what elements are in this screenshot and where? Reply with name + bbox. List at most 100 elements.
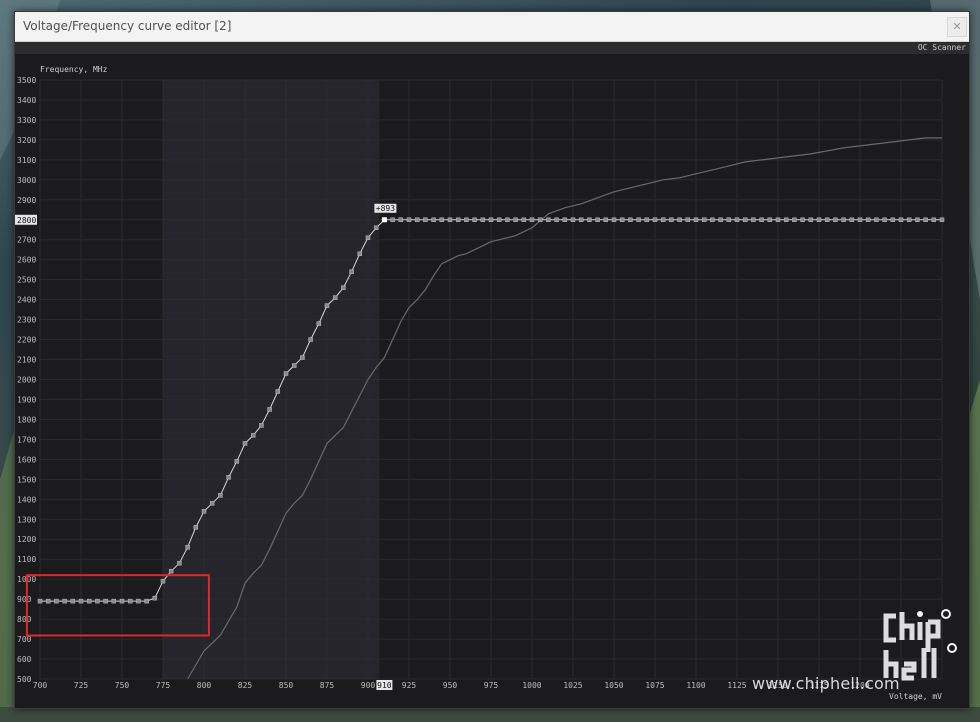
curve-point[interactable] bbox=[767, 217, 773, 223]
curve-point[interactable] bbox=[267, 407, 272, 412]
curve-point[interactable] bbox=[300, 355, 305, 360]
curve-point[interactable] bbox=[865, 217, 871, 223]
curve-point[interactable] bbox=[472, 217, 477, 223]
curve-point[interactable] bbox=[849, 217, 855, 223]
curve-point[interactable] bbox=[488, 217, 494, 223]
curve-point[interactable] bbox=[349, 269, 354, 274]
curve-point[interactable] bbox=[119, 598, 125, 604]
curve-point[interactable] bbox=[915, 217, 920, 223]
curve-point[interactable] bbox=[111, 598, 117, 604]
curve-point[interactable] bbox=[308, 337, 313, 342]
curve-point[interactable] bbox=[800, 217, 805, 223]
curve-point[interactable] bbox=[144, 598, 149, 604]
selected-curve-point[interactable] bbox=[381, 217, 387, 223]
curve-point[interactable] bbox=[168, 568, 174, 574]
curve-point[interactable] bbox=[513, 217, 518, 223]
curve-point[interactable] bbox=[923, 217, 928, 223]
vf-curve-svg[interactable]: 500 600 700 800 900 1000 1100 1200 1300 1400 1500 1… bbox=[15, 54, 969, 708]
curve-point[interactable] bbox=[218, 493, 223, 498]
curve-point[interactable] bbox=[693, 217, 699, 223]
close-button[interactable]: ✕ bbox=[947, 17, 967, 37]
curve-point[interactable] bbox=[62, 598, 67, 604]
curve-point[interactable] bbox=[414, 217, 420, 223]
curve-point[interactable] bbox=[546, 217, 551, 223]
curve-point[interactable] bbox=[398, 217, 404, 223]
curve-point[interactable] bbox=[701, 217, 707, 223]
curve-point[interactable] bbox=[193, 525, 199, 530]
curve-point[interactable] bbox=[152, 595, 158, 601]
curve-point[interactable] bbox=[406, 217, 412, 223]
curve-point[interactable] bbox=[783, 217, 789, 223]
curve-point[interactable] bbox=[611, 217, 617, 223]
vf-curve-chart[interactable]: 500 600 700 800 900 1000 1100 1200 1300 1400 1500 1… bbox=[15, 54, 969, 708]
curve-point[interactable] bbox=[177, 560, 182, 566]
curve-point[interactable] bbox=[939, 217, 945, 223]
curve-point[interactable] bbox=[652, 217, 658, 223]
curve-point[interactable] bbox=[316, 321, 322, 326]
curve-point[interactable] bbox=[619, 217, 625, 223]
curve-point[interactable] bbox=[423, 217, 428, 223]
curve-point[interactable] bbox=[628, 217, 633, 223]
curve-point[interactable] bbox=[742, 217, 748, 223]
curve-point[interactable] bbox=[185, 544, 190, 550]
curve-point[interactable] bbox=[529, 217, 535, 223]
curve-point[interactable] bbox=[636, 217, 641, 223]
curve-point[interactable] bbox=[78, 598, 84, 604]
curve-point[interactable] bbox=[357, 251, 363, 256]
curve-point[interactable] bbox=[685, 217, 691, 223]
curve-point[interactable] bbox=[931, 217, 937, 223]
curve-point[interactable] bbox=[496, 217, 502, 223]
curve-point[interactable] bbox=[734, 217, 740, 223]
curve-point[interactable] bbox=[595, 217, 600, 223]
curve-point[interactable] bbox=[669, 217, 674, 223]
curve-point[interactable] bbox=[234, 459, 240, 464]
curve-point[interactable] bbox=[677, 217, 682, 223]
curve-point[interactable] bbox=[792, 217, 797, 223]
curve-point[interactable] bbox=[710, 217, 715, 223]
curve-point[interactable] bbox=[455, 217, 461, 223]
curve-point[interactable] bbox=[127, 598, 133, 604]
curve-point[interactable] bbox=[431, 217, 436, 223]
title-bar[interactable]: Voltage/Frequency curve editor [2] ✕ bbox=[15, 12, 969, 42]
curve-point[interactable] bbox=[332, 295, 338, 300]
curve-point[interactable] bbox=[201, 509, 207, 514]
curve-point[interactable] bbox=[37, 598, 43, 604]
curve-point[interactable] bbox=[857, 217, 863, 223]
curve-point[interactable] bbox=[751, 217, 756, 223]
curve-point[interactable] bbox=[341, 285, 346, 290]
curve-point[interactable] bbox=[226, 475, 231, 480]
curve-point[interactable] bbox=[841, 217, 846, 223]
curve-point[interactable] bbox=[86, 598, 92, 604]
curve-point[interactable] bbox=[390, 217, 395, 223]
curve-point[interactable] bbox=[373, 225, 379, 231]
curve-point[interactable] bbox=[480, 217, 486, 223]
curve-point[interactable] bbox=[275, 389, 281, 394]
curve-point[interactable] bbox=[587, 217, 592, 223]
curve-point[interactable] bbox=[439, 217, 445, 223]
curve-point[interactable] bbox=[816, 217, 822, 223]
curve-point[interactable] bbox=[447, 217, 453, 223]
curve-point[interactable] bbox=[898, 217, 904, 223]
curve-point[interactable] bbox=[324, 303, 330, 308]
curve-point[interactable] bbox=[808, 217, 814, 223]
curve-point[interactable] bbox=[718, 217, 723, 223]
curve-point[interactable] bbox=[259, 423, 264, 428]
curve-point[interactable] bbox=[250, 433, 256, 438]
curve-point[interactable] bbox=[554, 217, 559, 223]
curve-point[interactable] bbox=[160, 578, 166, 584]
curve-point[interactable] bbox=[283, 371, 289, 376]
curve-point[interactable] bbox=[464, 217, 469, 223]
curve-point[interactable] bbox=[603, 217, 609, 223]
curve-point[interactable] bbox=[775, 217, 781, 223]
curve-point[interactable] bbox=[103, 598, 108, 604]
curve-point[interactable] bbox=[291, 363, 297, 368]
curve-point[interactable] bbox=[570, 217, 576, 223]
curve-point[interactable] bbox=[209, 501, 215, 506]
curve-point[interactable] bbox=[70, 598, 76, 604]
curve-point[interactable] bbox=[906, 217, 912, 223]
curve-point[interactable] bbox=[660, 217, 666, 223]
curve-point[interactable] bbox=[242, 441, 248, 446]
curve-point[interactable] bbox=[874, 217, 879, 223]
curve-point[interactable] bbox=[505, 217, 510, 223]
curve-point[interactable] bbox=[54, 598, 59, 604]
